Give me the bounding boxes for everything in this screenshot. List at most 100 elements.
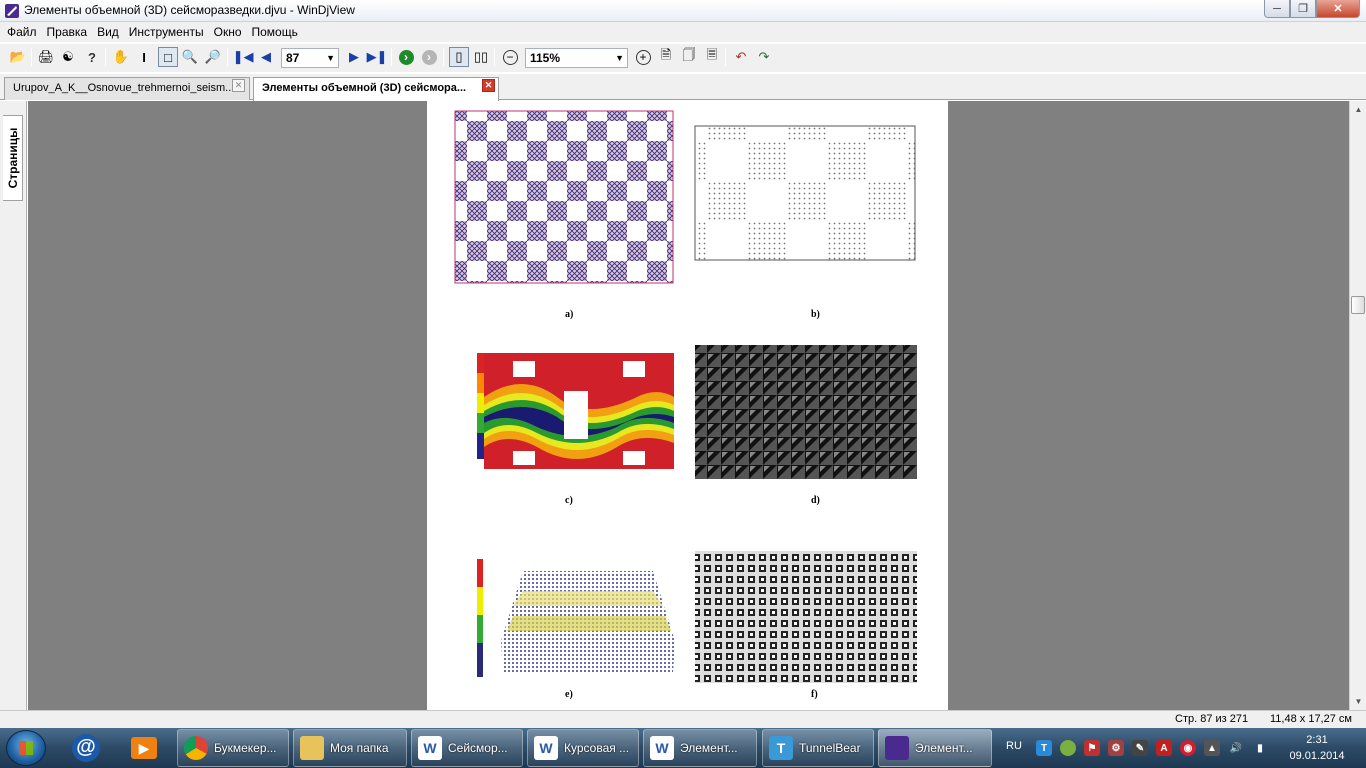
text-select-button[interactable]: I [134,47,154,67]
task-tunnelbear[interactable]: T TunnelBear [762,729,874,767]
pinned-media[interactable]: ▶ [124,732,164,764]
tab-pages[interactable]: Страницы [3,115,23,201]
page-icon: 🗎 [660,47,672,62]
zoom-in-button[interactable]: + [633,47,653,67]
menu-tools[interactable]: Инструменты [124,22,209,42]
last-page-icon: ▶❚ [366,49,388,64]
first-page-button[interactable]: ❚◀ [233,47,254,67]
close-icon: ✕ [234,80,243,90]
toolbar-separator [494,48,495,66]
zoom-value: 115% [530,51,561,65]
toolbar-separator [391,48,392,66]
next-page-icon: ▶ [349,49,359,64]
menu-file[interactable]: Файл [2,22,42,42]
task-word-1[interactable]: W Сейсмор... [411,729,523,767]
close-button[interactable]: ✕ [1316,0,1360,18]
status-page: Стр. 87 из 271 [1175,713,1249,725]
tunnelbear-icon: T [769,736,793,760]
minimize-icon: ─ [1273,2,1281,15]
tunnelbear-tray-icon[interactable]: T [1036,740,1052,756]
chrome-tray-icon[interactable] [1060,740,1076,756]
task-label: TunnelBear [799,741,861,755]
rotate-right-icon: ↷ [758,49,770,64]
rect-select-button[interactable]: □ [158,47,178,67]
network-tool-tray-icon[interactable]: ⚙ [1108,740,1124,756]
restore-button[interactable]: ❐ [1290,0,1316,18]
single-page-icon: ▯ [455,49,463,64]
find-button[interactable]: ☯ [58,47,78,67]
print-button[interactable]: 🖨 [36,47,56,67]
task-word-2[interactable]: W Курсовая ... [527,729,639,767]
fit-page-icon: 🗍 [682,47,696,62]
pdf-tray-icon[interactable]: A [1156,740,1172,756]
signal-icon[interactable]: ▮ [1252,740,1268,756]
restore-icon: ❐ [1298,3,1308,15]
language-indicator[interactable]: RU [1006,740,1022,752]
prev-page-icon: ◀ [261,49,271,64]
clock[interactable]: 2:31 09.01.2014 [1282,732,1352,764]
binoculars-icon: ☯ [62,49,74,64]
back-nav-button[interactable]: › [419,47,439,67]
task-chrome[interactable]: Букмекер... [177,729,289,767]
side-panel: Страницы [0,101,27,710]
forward-nav-button[interactable]: › [396,47,416,67]
figure-label-f: f) [811,689,818,700]
actual-size-button[interactable]: 🗎 [656,47,676,67]
task-word-3[interactable]: W Элемент... [643,729,757,767]
tab-close-button[interactable]: ✕ [482,79,495,92]
safely-remove-tray-icon[interactable]: ▲ [1204,740,1220,756]
text-cursor-icon: I [142,49,146,65]
vertical-scrollbar[interactable]: ▲ ▼ [1349,101,1366,710]
zoom-tool-button[interactable]: 🔍 [180,47,200,67]
zoom-out-button[interactable]: − [500,47,520,67]
tab-close-button[interactable]: ✕ [232,79,245,92]
page-number-combo[interactable]: 87 ▼ [281,48,339,68]
figure-f [695,551,917,683]
figure-label-b: b) [811,309,820,320]
antivirus-tray-icon[interactable]: ◉ [1180,740,1196,756]
volume-icon[interactable]: 🔊 [1228,740,1244,756]
flag-tray-icon[interactable]: ⚑ [1084,740,1100,756]
tab-urupov[interactable]: Urupov_A_K__Osnovue_trehmernoi_seism... [4,77,250,100]
document-viewer[interactable]: a) b) c) d) e) f) [28,101,1349,710]
menu-window[interactable]: Окно [209,22,247,42]
prev-page-button[interactable]: ◀ [256,47,276,67]
scroll-down-icon[interactable]: ▼ [1350,693,1366,710]
windjview-icon [4,3,20,19]
next-page-button[interactable]: ▶ [344,47,364,67]
document-page: a) b) c) d) e) f) [427,101,948,710]
figure-label-d: d) [811,495,820,506]
word-document-icon: W [650,736,674,760]
start-button[interactable] [6,730,46,766]
menu-bar: Файл Правка Вид Инструменты Окно Помощь [0,22,1366,42]
help-button[interactable]: ? [82,47,102,67]
pinned-mail[interactable]: @ [66,732,106,764]
pen-tray-icon[interactable]: ✎ [1132,740,1148,756]
menu-edit[interactable]: Правка [42,22,93,42]
magnifier-icon: 🔍 [181,49,199,64]
status-page-size: 11,48 x 17,27 см [1270,713,1352,725]
scroll-up-icon[interactable]: ▲ [1350,101,1366,118]
tab-elementy[interactable]: Элементы объемной (3D) сейсмора... [253,77,499,101]
task-folder[interactable]: Моя папка [293,729,407,767]
last-page-button[interactable]: ▶❚ [366,47,388,67]
single-page-button[interactable]: ▯ [449,47,469,67]
page-figures [454,110,917,683]
task-label: Букмекер... [214,741,277,755]
minimize-button[interactable]: ─ [1264,0,1290,18]
toolbar-separator [31,48,32,66]
window-title: Элементы объемной (3D) сейсморазведки.dj… [24,3,355,17]
hand-tool-button[interactable]: ✋ [111,47,131,67]
scroll-thumb[interactable] [1351,296,1365,314]
task-windjview[interactable]: Элемент... [878,729,992,767]
open-button[interactable]: 📂 [8,47,28,67]
fit-page-button[interactable]: 🗍 [679,47,699,67]
zoom-combo[interactable]: 115% ▼ [525,48,628,68]
menu-view[interactable]: Вид [92,22,124,42]
facing-pages-button[interactable]: ▯▯ [471,47,491,67]
rotate-left-button[interactable]: ↶ [731,47,751,67]
fit-width-button[interactable]: 🗏 [702,47,722,67]
menu-help[interactable]: Помощь [247,22,303,42]
rotate-right-button[interactable]: ↷ [754,47,774,67]
zoom-rect-button[interactable]: 🔎 [203,47,223,67]
